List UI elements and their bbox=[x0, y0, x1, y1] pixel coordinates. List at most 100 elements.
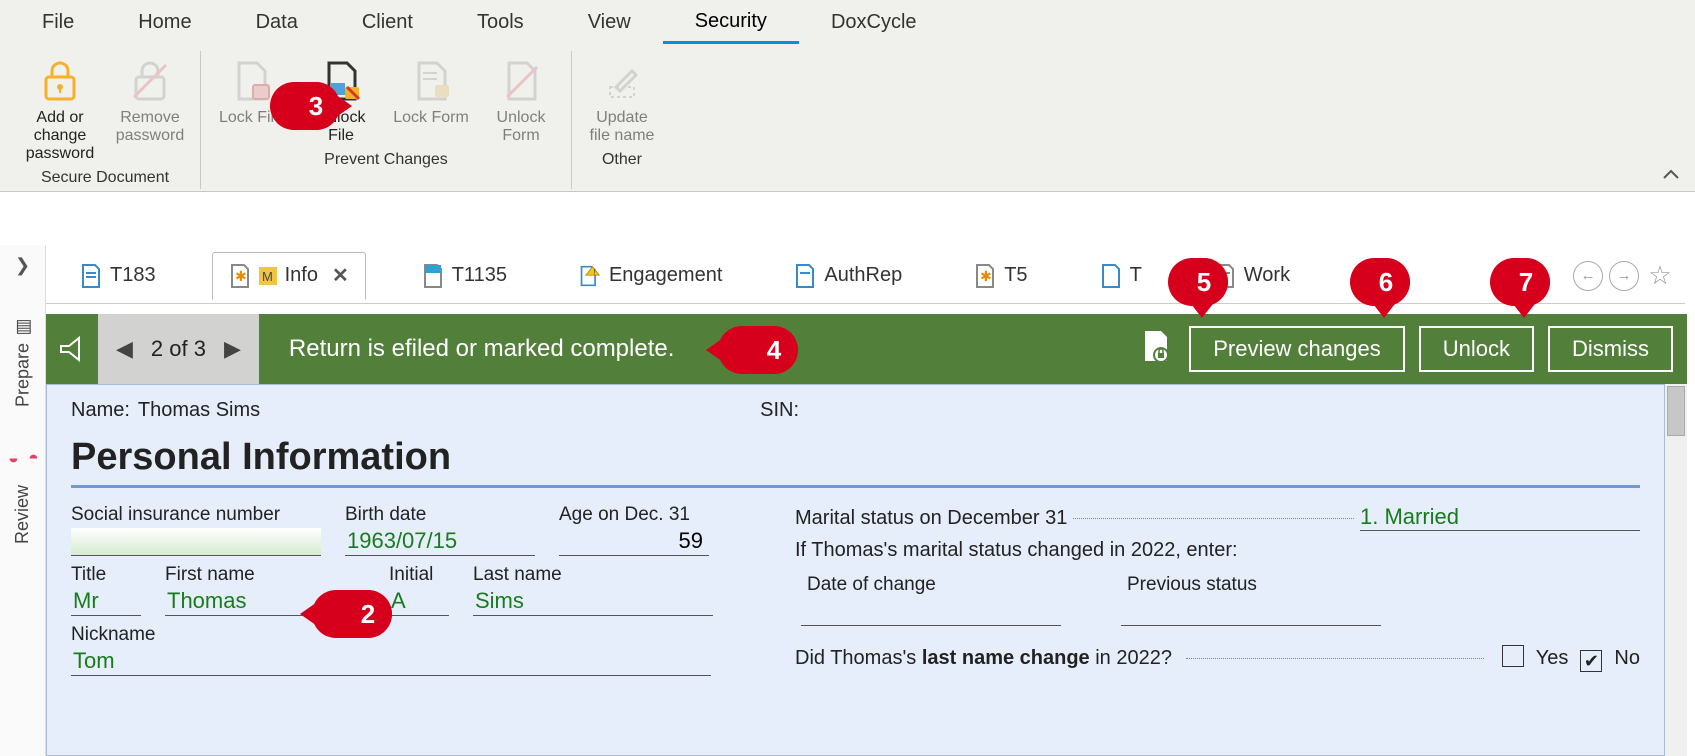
expand-rail-button[interactable]: ❯ bbox=[15, 255, 30, 276]
tab-t183[interactable]: T183 bbox=[64, 253, 172, 299]
section-title: Personal Information bbox=[71, 432, 1640, 485]
title-field[interactable]: Mr bbox=[71, 588, 141, 616]
status-banner: ◀ 2 of 3 ▶ Return is efiled or marked co… bbox=[46, 314, 1687, 384]
banner-message: Return is efiled or marked complete. bbox=[259, 335, 1123, 363]
dismiss-button[interactable]: Dismiss bbox=[1548, 326, 1673, 372]
lastname-change-question: Did Thomas's last name change in 2022? bbox=[795, 647, 1172, 670]
tab-authrep[interactable]: AuthRep bbox=[778, 253, 918, 299]
marital-status-field[interactable]: 1. Married bbox=[1360, 504, 1640, 531]
preview-changes-button[interactable]: Preview changes bbox=[1189, 326, 1405, 372]
name-value: Thomas Sims bbox=[138, 399, 260, 422]
add-or-change-password-label: Add or change password bbox=[22, 109, 98, 163]
ribbon-group-name-prevent: Prevent Changes bbox=[324, 147, 448, 171]
menu-tools[interactable]: Tools bbox=[445, 3, 556, 42]
initial-label: Initial bbox=[389, 564, 449, 586]
tab-engagement[interactable]: ! Engagement bbox=[563, 253, 738, 299]
m-badge-icon: M bbox=[259, 263, 277, 289]
svg-text:!: ! bbox=[593, 267, 595, 276]
ribbon-group-secure-document: Add or change password Remove password S… bbox=[10, 51, 201, 189]
document-tab-bar: T183 ✱ M Info ✕ T1135 ! Engagement AuthR… bbox=[46, 248, 1685, 304]
bullhorn-icon bbox=[46, 334, 98, 364]
menu-file[interactable]: File bbox=[10, 3, 106, 42]
lock-slash-icon bbox=[122, 53, 178, 109]
date-of-change-field[interactable] bbox=[801, 598, 1061, 626]
document-star-icon: ✱ bbox=[229, 263, 251, 289]
nickname-field[interactable]: Tom bbox=[71, 648, 711, 676]
menu-data[interactable]: Data bbox=[224, 3, 330, 42]
file-lock-icon bbox=[1141, 329, 1171, 370]
menu-home[interactable]: Home bbox=[106, 3, 223, 42]
tab-t-cut[interactable]: T bbox=[1084, 253, 1158, 299]
document-warning-icon: ! bbox=[579, 263, 601, 289]
tab-t-cut-label: T bbox=[1130, 264, 1142, 287]
tab-t5[interactable]: ✱ T5 bbox=[958, 253, 1043, 299]
tab-info-close[interactable]: ✕ bbox=[332, 263, 349, 288]
lock-form-label: Lock Form bbox=[393, 109, 469, 145]
tab-info[interactable]: ✱ M Info ✕ bbox=[212, 252, 366, 300]
tab-t1135[interactable]: T1135 bbox=[406, 253, 523, 299]
lock-icon bbox=[32, 53, 88, 109]
no-checkbox[interactable]: ✔ bbox=[1580, 650, 1602, 672]
menu-doxcycle[interactable]: DoxCycle bbox=[799, 3, 949, 42]
menu-security[interactable]: Security bbox=[663, 2, 799, 44]
collapse-ribbon-button[interactable] bbox=[1661, 45, 1695, 191]
callout-7: 7 bbox=[1490, 258, 1550, 306]
form-right-column: Marital status on December 31 1. Married… bbox=[795, 504, 1640, 684]
ribbon-group-other: Update file name Other bbox=[572, 51, 672, 189]
lock-form-button: Lock Form bbox=[389, 51, 473, 147]
birthdate-field[interactable]: 1963/07/15 bbox=[345, 528, 535, 556]
glasses-icon: ◐◑ bbox=[3, 449, 43, 470]
ribbon: Add or change password Remove password S… bbox=[0, 45, 1695, 192]
age-label: Age on Dec. 31 bbox=[559, 504, 709, 526]
tab-t5-label: T5 bbox=[1004, 264, 1027, 287]
firstname-label: First name bbox=[165, 564, 365, 586]
form-area: Name: Thomas Sims SIN: Personal Informat… bbox=[46, 384, 1665, 756]
previous-status-field[interactable] bbox=[1121, 598, 1381, 626]
svg-text:M: M bbox=[262, 269, 273, 284]
document-icon bbox=[80, 263, 102, 289]
vtab-review-label: Review bbox=[12, 485, 33, 544]
unlock-form-label: Unlock Form bbox=[483, 109, 559, 145]
scrollbar-thumb[interactable] bbox=[1667, 386, 1685, 436]
menubar: File Home Data Client Tools View Securit… bbox=[0, 0, 1695, 45]
menu-client[interactable]: Client bbox=[330, 3, 445, 42]
update-file-name-button: Update file name bbox=[580, 51, 664, 147]
chart-icon: ▥ bbox=[12, 316, 33, 338]
banner-pager: ◀ 2 of 3 ▶ bbox=[98, 314, 259, 384]
pager-next-button[interactable]: ▶ bbox=[224, 336, 241, 362]
nav-star-button[interactable]: ☆ bbox=[1645, 261, 1675, 291]
nav-forward-button[interactable]: → bbox=[1609, 261, 1639, 291]
pager-prev-button[interactable]: ◀ bbox=[116, 336, 133, 362]
vtab-prepare[interactable]: Prepare ▥ bbox=[8, 300, 38, 423]
nickname-label: Nickname bbox=[71, 624, 711, 646]
document-icon bbox=[1100, 263, 1122, 289]
yes-checkbox[interactable] bbox=[1502, 645, 1524, 667]
age-field: 59 bbox=[559, 528, 709, 556]
remove-password-button: Remove password bbox=[108, 51, 192, 165]
svg-text:✱: ✱ bbox=[235, 268, 247, 284]
update-file-name-label: Update file name bbox=[584, 109, 660, 145]
unlock-button[interactable]: Unlock bbox=[1419, 326, 1534, 372]
document-icon bbox=[794, 263, 816, 289]
birthdate-label: Birth date bbox=[345, 504, 535, 526]
sin-field[interactable] bbox=[71, 528, 321, 556]
doc-tab-nav: ← → ☆ bbox=[1573, 261, 1685, 291]
ribbon-group-prevent-changes: Lock File Unlock File Lock Form bbox=[201, 51, 572, 189]
callout-3: 3 bbox=[270, 82, 340, 130]
scrollbar[interactable] bbox=[1665, 384, 1687, 756]
callout-2: 2 bbox=[312, 590, 392, 638]
unlock-form-button: Unlock Form bbox=[479, 51, 563, 147]
vtab-prepare-label: Prepare bbox=[12, 343, 33, 407]
nav-back-button[interactable]: ← bbox=[1573, 261, 1603, 291]
vtab-review[interactable]: Review ◐◑ bbox=[8, 423, 37, 560]
left-rail: ❯ Prepare ▥ Review ◐◑ bbox=[0, 245, 46, 756]
tab-t183-label: T183 bbox=[110, 264, 156, 287]
form-left-column: Social insurance number Birth date 1963/… bbox=[71, 504, 751, 684]
ribbon-group-name-secure: Secure Document bbox=[41, 165, 169, 189]
initial-field[interactable]: A bbox=[389, 588, 449, 616]
menu-view[interactable]: View bbox=[556, 3, 663, 42]
lastname-field[interactable]: Sims bbox=[473, 588, 713, 616]
add-or-change-password-button[interactable]: Add or change password bbox=[18, 51, 102, 165]
tab-t1135-label: T1135 bbox=[452, 264, 507, 287]
pager-text: 2 of 3 bbox=[151, 336, 206, 362]
